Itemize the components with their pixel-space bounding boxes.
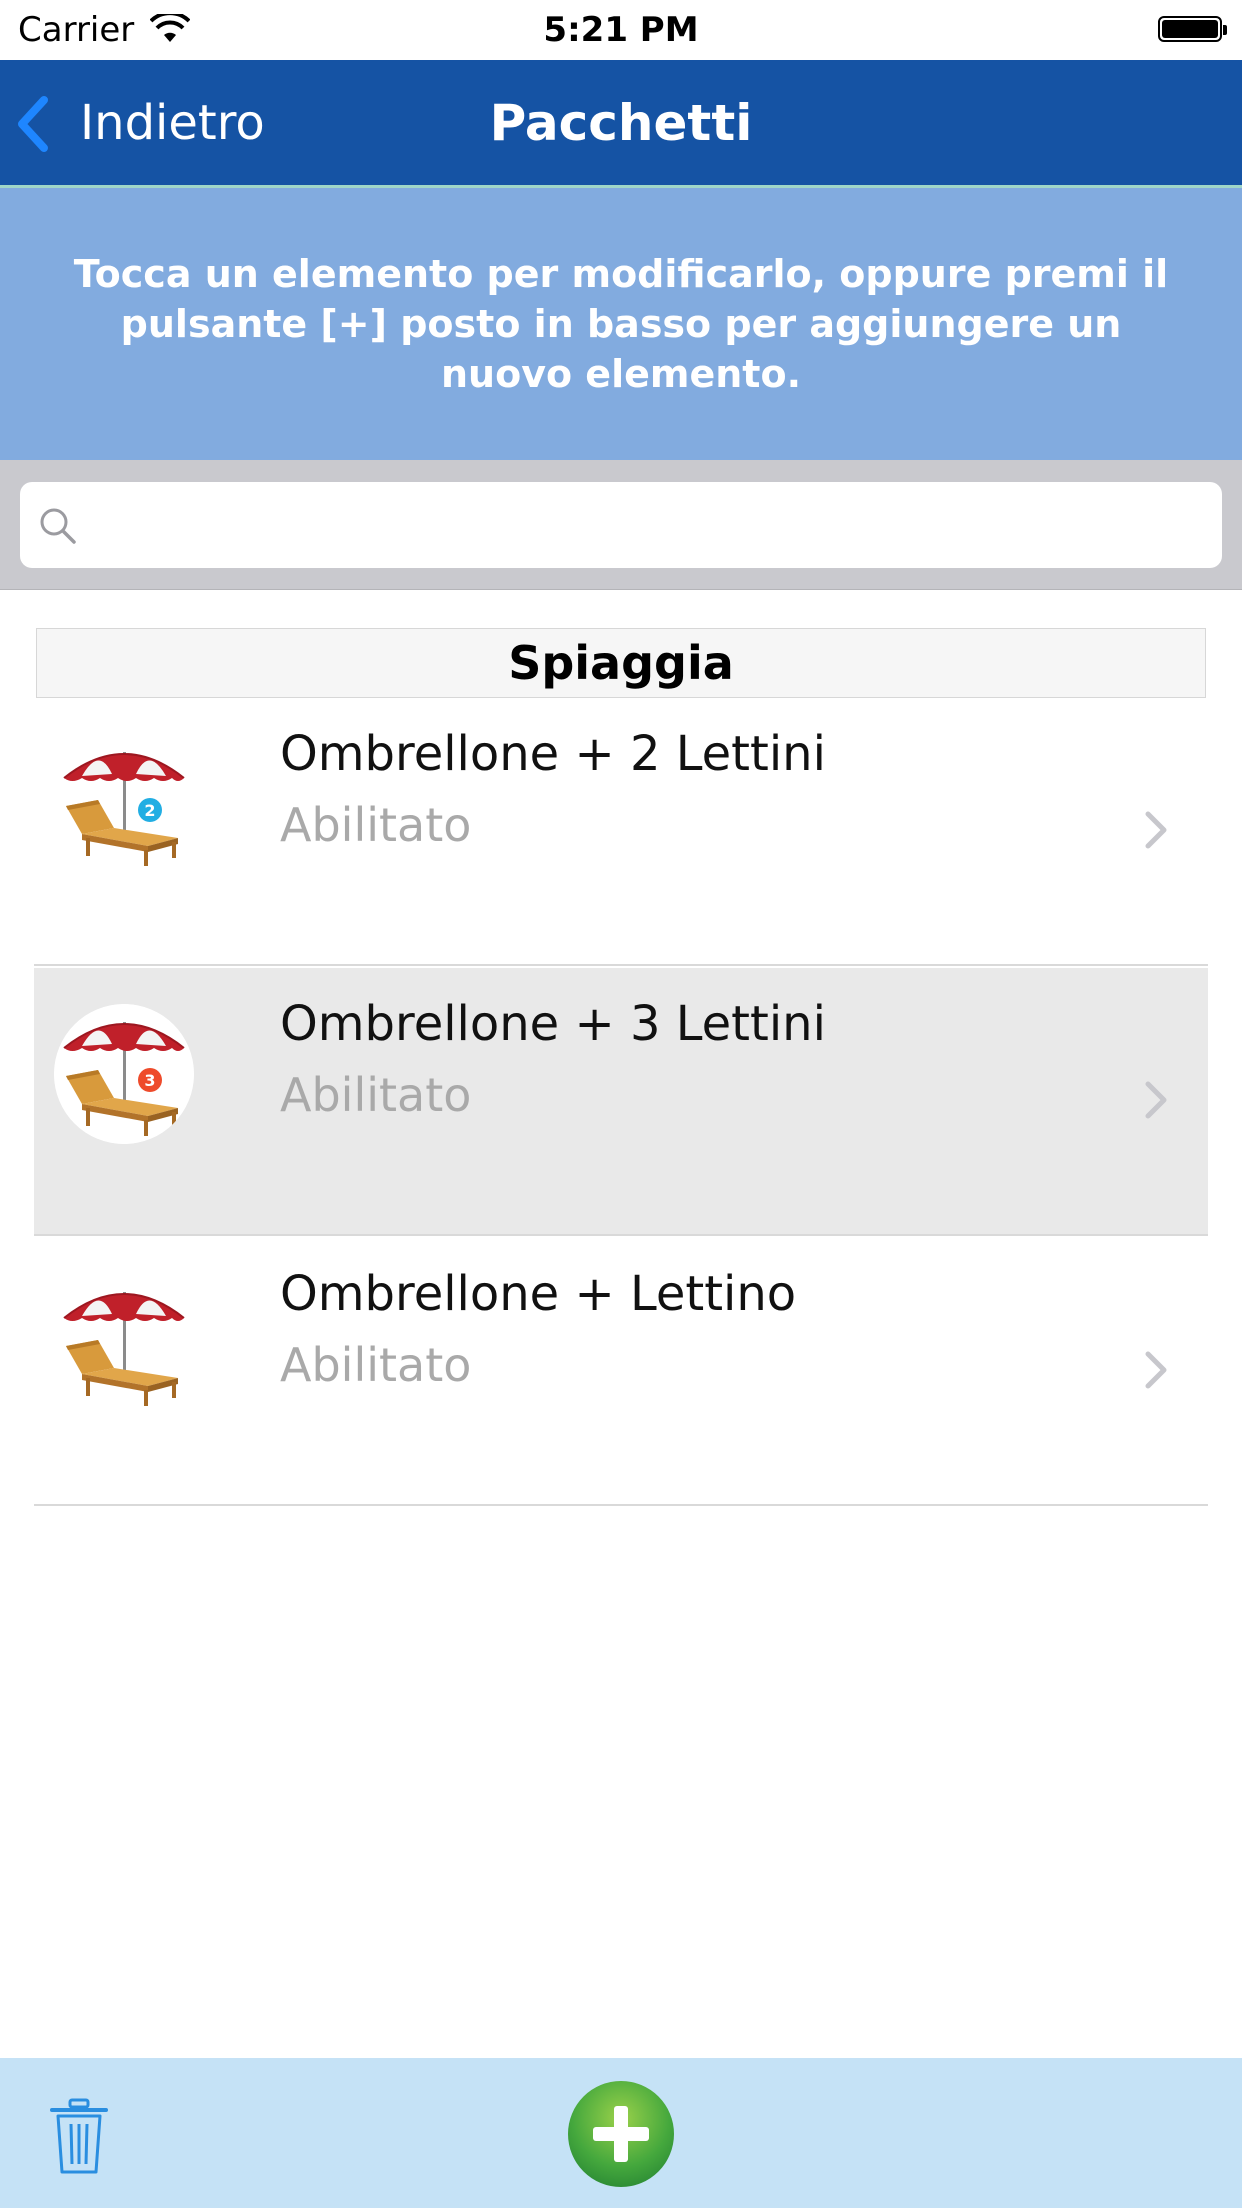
chevron-right-icon <box>1145 1351 1167 1389</box>
chevron-right-icon <box>1145 1081 1167 1119</box>
item-title: Ombrellone + Lettino <box>280 1266 797 1322</box>
page-title: Pacchetti <box>489 94 753 152</box>
badge-count: 3 <box>144 1071 155 1090</box>
item-status: Abilitato <box>280 1338 472 1392</box>
info-banner: Tocca un elemento per modificarlo, oppur… <box>0 188 1242 460</box>
search-field[interactable] <box>20 482 1222 570</box>
item-status: Abilitato <box>280 1068 472 1122</box>
battery-icon <box>1158 16 1227 42</box>
badge-count: 2 <box>144 801 155 820</box>
list-item[interactable]: Ombrellone + Lettino Abilitato <box>34 1238 1208 1506</box>
search-bar <box>0 460 1242 590</box>
chevron-right-icon <box>1145 811 1167 849</box>
umbrella-2-loungers-icon: 2 <box>63 751 185 867</box>
list-item[interactable]: 2 Ombrellone + 2 Lettini Abilitato <box>34 698 1208 966</box>
search-icon <box>40 508 76 544</box>
item-title: Ombrellone + 2 Lettini <box>280 726 826 782</box>
clock: 5:21 PM <box>543 10 699 50</box>
umbrella-lounger-icon <box>63 1291 185 1407</box>
item-title: Ombrellone + 3 Lettini <box>280 996 826 1052</box>
status-bar: Carrier 5:21 PM <box>0 0 1242 60</box>
section-header: Spiaggia <box>36 628 1206 698</box>
list-item[interactable]: 3 Ombrellone + 3 Lettini Abilitato <box>34 968 1208 1236</box>
item-status: Abilitato <box>280 798 472 852</box>
banner-text: Tocca un elemento per modificarlo, oppur… <box>73 252 1169 396</box>
search-input[interactable] <box>94 482 1198 570</box>
add-icon[interactable] <box>567 2080 675 2188</box>
umbrella-3-loungers-icon: 3 <box>54 1004 194 1144</box>
bottom-toolbar <box>0 2058 1242 2208</box>
trash-icon[interactable] <box>48 2098 110 2176</box>
navigation-bar: Indietro Pacchetti <box>0 60 1242 188</box>
